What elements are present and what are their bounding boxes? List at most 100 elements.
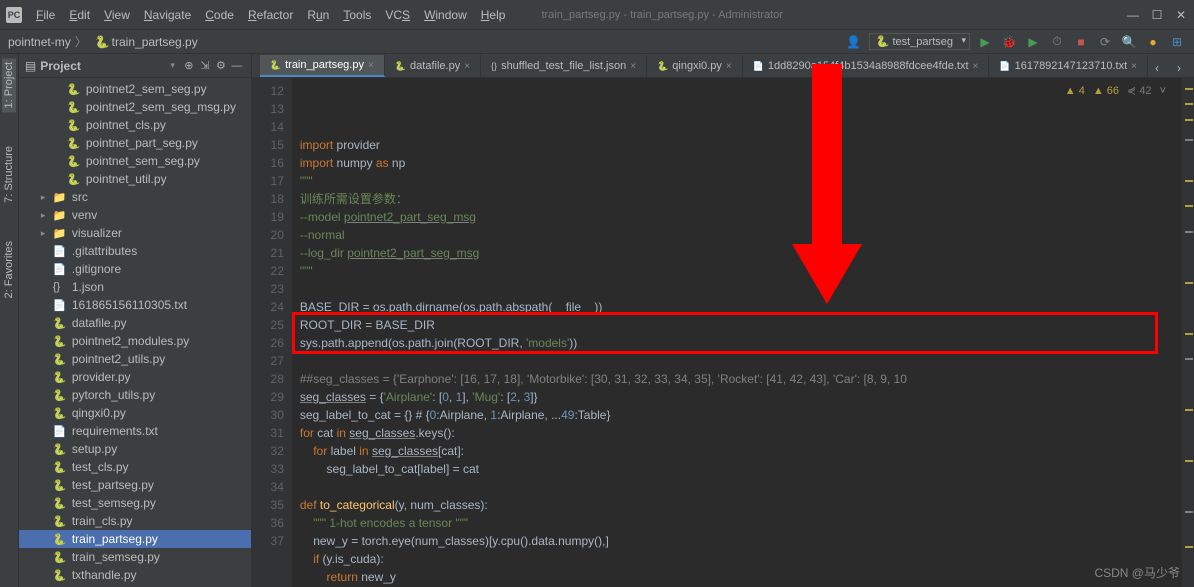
- tree-item[interactable]: 🐍provider.py: [19, 368, 251, 386]
- menu-help[interactable]: Help: [475, 6, 512, 24]
- code-line[interactable]: """: [300, 172, 1182, 190]
- tree-item[interactable]: 🐍train_partseg.py: [19, 530, 251, 548]
- tree-item[interactable]: 🐍pointnet2_sem_seg_msg.py: [19, 98, 251, 116]
- search-icon[interactable]: 🔍: [1120, 33, 1138, 51]
- code-line[interactable]: def to_categorical(y, num_classes):: [300, 496, 1182, 514]
- code-line[interactable]: [300, 478, 1182, 496]
- menu-edit[interactable]: Edit: [63, 6, 96, 24]
- tree-item[interactable]: 📄.gitattributes: [19, 242, 251, 260]
- user-icon[interactable]: 👤: [845, 33, 863, 51]
- code-line[interactable]: for cat in seg_classes.keys():: [300, 424, 1182, 442]
- editor-tab[interactable]: 🐍train_partseg.py×: [260, 55, 385, 77]
- code-line[interactable]: [300, 352, 1182, 370]
- run-button[interactable]: ▶: [976, 33, 994, 51]
- dropdown-icon[interactable]: ▾: [170, 60, 175, 71]
- error-stripe[interactable]: [1182, 78, 1194, 587]
- project-tree[interactable]: 🐍pointnet2_sem_seg.py🐍pointnet2_sem_seg_…: [19, 78, 251, 587]
- tree-item[interactable]: 🐍setup.py: [19, 440, 251, 458]
- code-line[interactable]: """ 1-hot encodes a tensor """: [300, 514, 1182, 532]
- tool-favorites[interactable]: 2: Favorites: [2, 237, 16, 302]
- tree-item[interactable]: 🐍train_cls.py: [19, 512, 251, 530]
- tree-item[interactable]: 🐍pointnet2_sem_seg.py: [19, 80, 251, 98]
- close-icon[interactable]: ✕: [1174, 8, 1188, 22]
- tab-close-icon[interactable]: ×: [464, 61, 470, 72]
- tree-item[interactable]: 📄.gitignore: [19, 260, 251, 278]
- code-line[interactable]: for label in seg_classes[cat]:: [300, 442, 1182, 460]
- stop-button[interactable]: ■: [1072, 33, 1090, 51]
- tree-item[interactable]: 🐍pointnet_part_seg.py: [19, 134, 251, 152]
- menu-window[interactable]: Window: [418, 6, 473, 24]
- target-icon[interactable]: ⊕: [181, 58, 197, 74]
- code-line[interactable]: """: [300, 262, 1182, 280]
- tree-item[interactable]: 🐍qingxi0.py: [19, 404, 251, 422]
- hide-icon[interactable]: —: [229, 58, 245, 74]
- gear-icon[interactable]: ⚙: [213, 58, 229, 74]
- profile-button[interactable]: ⏱: [1048, 33, 1066, 51]
- tab-next-icon[interactable]: ›: [1170, 59, 1188, 77]
- code-line[interactable]: 训练所需设置参数：: [300, 190, 1182, 208]
- tree-item[interactable]: 📄161865156110305.txt: [19, 296, 251, 314]
- code-line[interactable]: if (y.is_cuda):: [300, 550, 1182, 568]
- tab-close-icon[interactable]: ×: [630, 61, 636, 72]
- code-line[interactable]: import numpy as np: [300, 154, 1182, 172]
- tree-item[interactable]: 🐍pointnet2_modules.py: [19, 332, 251, 350]
- menu-file[interactable]: File: [30, 6, 61, 24]
- tab-close-icon[interactable]: ×: [973, 61, 979, 72]
- tree-item[interactable]: 🐍pointnet_cls.py: [19, 116, 251, 134]
- settings-icon[interactable]: ⊞: [1168, 33, 1186, 51]
- editor-tab[interactable]: {}shuffled_test_file_list.json×: [481, 55, 647, 77]
- tab-close-icon[interactable]: ×: [368, 60, 374, 71]
- code-line[interactable]: seg_label_to_cat[label] = cat: [300, 460, 1182, 478]
- editor-tab[interactable]: 🐍datafile.py×: [385, 55, 481, 77]
- code-line[interactable]: seg_classes = {'Airplane': [0, 1], 'Mug'…: [300, 388, 1182, 406]
- tree-item[interactable]: 🐍pointnet_sem_seg.py: [19, 152, 251, 170]
- menu-code[interactable]: Code: [199, 6, 240, 24]
- tree-item[interactable]: 🐍test_semseg.py: [19, 494, 251, 512]
- code-line[interactable]: --model pointnet2_part_seg_msg: [300, 208, 1182, 226]
- tree-item[interactable]: 🐍datafile.py: [19, 314, 251, 332]
- editor-tab[interactable]: 📄1617892147123710.txt×: [989, 55, 1148, 77]
- tree-item[interactable]: ▸📁venv: [19, 206, 251, 224]
- tree-item[interactable]: 🐍test_partseg.py: [19, 476, 251, 494]
- code-line[interactable]: ##seg_classes = {'Earphone': [16, 17, 18…: [300, 370, 1182, 388]
- maximize-icon[interactable]: ☐: [1150, 8, 1164, 22]
- run-config-selector[interactable]: 🐍 test_partseg: [869, 33, 970, 50]
- tab-close-icon[interactable]: ×: [726, 61, 732, 72]
- code-line[interactable]: --log_dir pointnet2_part_seg_msg: [300, 244, 1182, 262]
- code-line[interactable]: return new_y: [300, 568, 1182, 586]
- tree-item[interactable]: 🐍test_cls.py: [19, 458, 251, 476]
- minimize-icon[interactable]: —: [1126, 8, 1140, 22]
- tree-item[interactable]: 🐍pytorch_utils.py: [19, 386, 251, 404]
- menu-view[interactable]: View: [98, 6, 136, 24]
- menu-refactor[interactable]: Refactor: [242, 6, 299, 24]
- breadcrumb-file[interactable]: train_partseg.py: [112, 35, 198, 49]
- code-line[interactable]: import provider: [300, 136, 1182, 154]
- tab-close-icon[interactable]: ×: [1131, 61, 1137, 72]
- insp-chevron-icon[interactable]: ˅: [1160, 82, 1166, 100]
- tree-item[interactable]: 🐍pointnet2_utils.py: [19, 350, 251, 368]
- tree-item[interactable]: 🐍txthandle.py: [19, 566, 251, 584]
- tree-item[interactable]: ▸📁src: [19, 188, 251, 206]
- code-line[interactable]: seg_label_to_cat = {} # {0:Airplane, 1:A…: [300, 406, 1182, 424]
- code-line[interactable]: new_y = torch.eye(num_classes)[y.cpu().d…: [300, 532, 1182, 550]
- menu-vcs[interactable]: VCS: [379, 6, 416, 24]
- ide-sync-icon[interactable]: ●: [1144, 33, 1162, 51]
- tree-item[interactable]: ▸📁visualizer: [19, 224, 251, 242]
- tool-project[interactable]: 1: Project: [2, 58, 16, 112]
- code-line[interactable]: [300, 280, 1182, 298]
- menu-tools[interactable]: Tools: [337, 6, 377, 24]
- tree-item[interactable]: 📄requirements.txt: [19, 422, 251, 440]
- git-update-icon[interactable]: ⟳: [1096, 33, 1114, 51]
- collapse-icon[interactable]: ⇲: [197, 58, 213, 74]
- editor-tab[interactable]: 🐍qingxi0.py×: [647, 55, 743, 77]
- code-line[interactable]: --normal: [300, 226, 1182, 244]
- tab-prev-icon[interactable]: ‹: [1148, 59, 1166, 77]
- menu-run[interactable]: Run: [301, 6, 335, 24]
- tree-item[interactable]: 🐍train_semseg.py: [19, 548, 251, 566]
- breadcrumb-root[interactable]: pointnet-my: [8, 35, 71, 49]
- coverage-button[interactable]: ▶: [1024, 33, 1042, 51]
- inspection-summary[interactable]: ▲ 4 ▲ 66 ⋞ 42 ˅: [1065, 82, 1166, 100]
- tree-item[interactable]: {}1.json: [19, 278, 251, 296]
- debug-button[interactable]: 🐞: [1000, 33, 1018, 51]
- menu-navigate[interactable]: Navigate: [138, 6, 197, 24]
